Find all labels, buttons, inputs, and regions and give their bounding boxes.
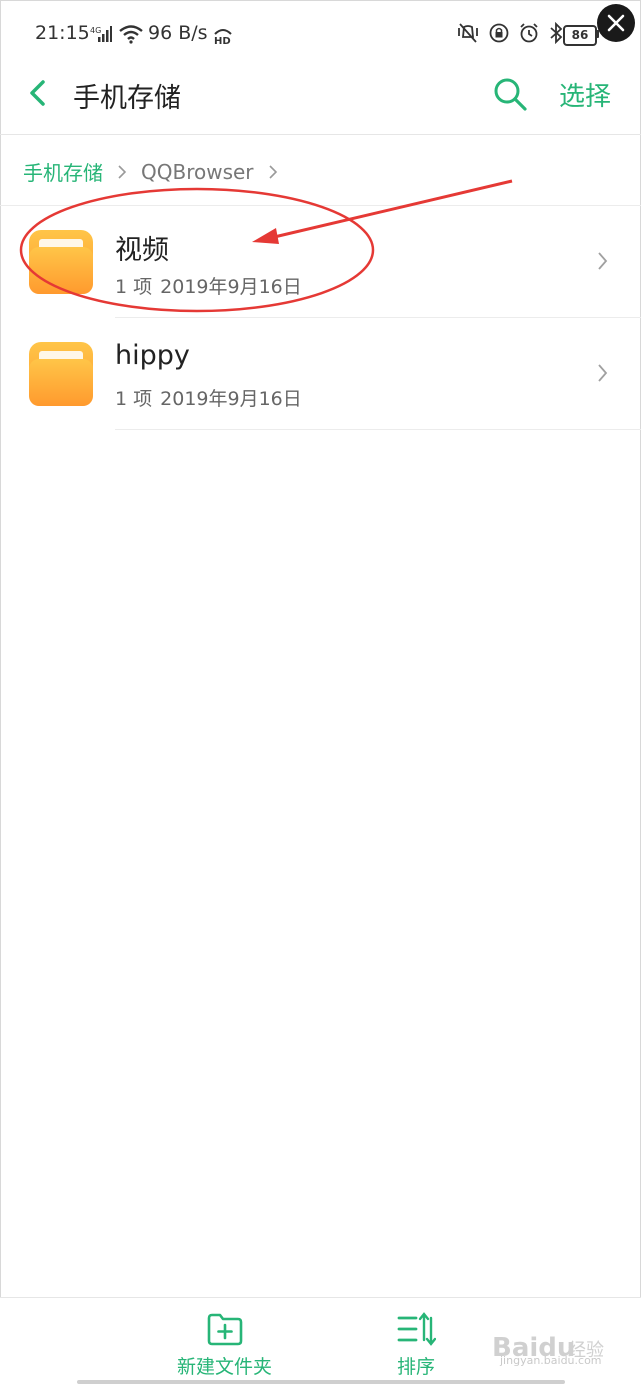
file-name: 视频 bbox=[115, 235, 169, 266]
vibrate-icon bbox=[458, 23, 478, 43]
bluetooth-icon bbox=[550, 22, 563, 44]
watermark-url: jingyan.baidu.com bbox=[500, 1354, 602, 1367]
back-button[interactable] bbox=[24, 78, 54, 108]
breadcrumb-home[interactable]: 手机存储 bbox=[23, 157, 103, 186]
select-button[interactable]: 选择 bbox=[559, 76, 611, 113]
app-header: 手机存储 选择 bbox=[0, 70, 641, 135]
sort-label: 排序 bbox=[396, 1356, 435, 1378]
file-meta: 1 项 2019年9月16日 bbox=[115, 272, 310, 299]
chevron-right-icon bbox=[118, 164, 127, 179]
folder-icon bbox=[29, 342, 93, 406]
list-divider bbox=[115, 429, 641, 430]
rotation-lock-icon bbox=[489, 23, 509, 43]
breadcrumb: 手机存储 QQBrowser bbox=[23, 157, 278, 186]
close-icon bbox=[607, 14, 625, 32]
chevron-right-icon bbox=[598, 364, 608, 382]
close-button[interactable] bbox=[597, 4, 635, 42]
svg-text:4G: 4G bbox=[90, 26, 101, 35]
hd-icon: HD bbox=[214, 29, 232, 46]
file-count: 1 项 bbox=[115, 276, 153, 298]
status-time: 21:15 bbox=[35, 22, 90, 44]
file-name: hippy bbox=[115, 340, 190, 371]
folder-icon bbox=[29, 230, 93, 294]
network-indicator: 4G bbox=[90, 24, 144, 44]
chevron-right-icon bbox=[268, 164, 277, 179]
list-item-folder[interactable]: 视频 1 项 2019年9月16日 bbox=[0, 206, 641, 318]
svg-text:HD: HD bbox=[214, 36, 231, 46]
chevron-left-icon bbox=[30, 80, 45, 106]
new-folder-button[interactable]: 新建文件夹 bbox=[177, 1310, 272, 1379]
breadcrumb-current[interactable]: QQBrowser bbox=[141, 160, 254, 184]
network-speed: 96 B/s bbox=[148, 22, 208, 44]
battery-indicator: 86 bbox=[563, 25, 597, 46]
file-count: 1 项 bbox=[115, 388, 153, 410]
sort-button[interactable]: 排序 bbox=[396, 1310, 436, 1379]
folder-plus-icon bbox=[207, 1313, 242, 1346]
file-meta: 1 项 2019年9月16日 bbox=[115, 384, 310, 411]
chevron-right-icon bbox=[598, 252, 608, 270]
cellular-signal-icon: 4G bbox=[90, 26, 112, 42]
status-bar: 21:15 4G 96 B/s HD 86 bbox=[0, 0, 641, 70]
alarm-icon bbox=[520, 23, 538, 43]
home-indicator bbox=[77, 1380, 565, 1384]
file-date: 2019年9月16日 bbox=[160, 388, 302, 410]
sort-icon bbox=[397, 1312, 436, 1346]
list-item-folder[interactable]: hippy 1 项 2019年9月16日 bbox=[0, 318, 641, 430]
wifi-icon bbox=[119, 25, 143, 44]
page-title: 手机存储 bbox=[73, 83, 181, 114]
new-folder-label: 新建文件夹 bbox=[177, 1356, 273, 1378]
status-icons bbox=[456, 22, 564, 44]
search-button[interactable] bbox=[492, 76, 528, 112]
file-date: 2019年9月16日 bbox=[160, 276, 302, 298]
